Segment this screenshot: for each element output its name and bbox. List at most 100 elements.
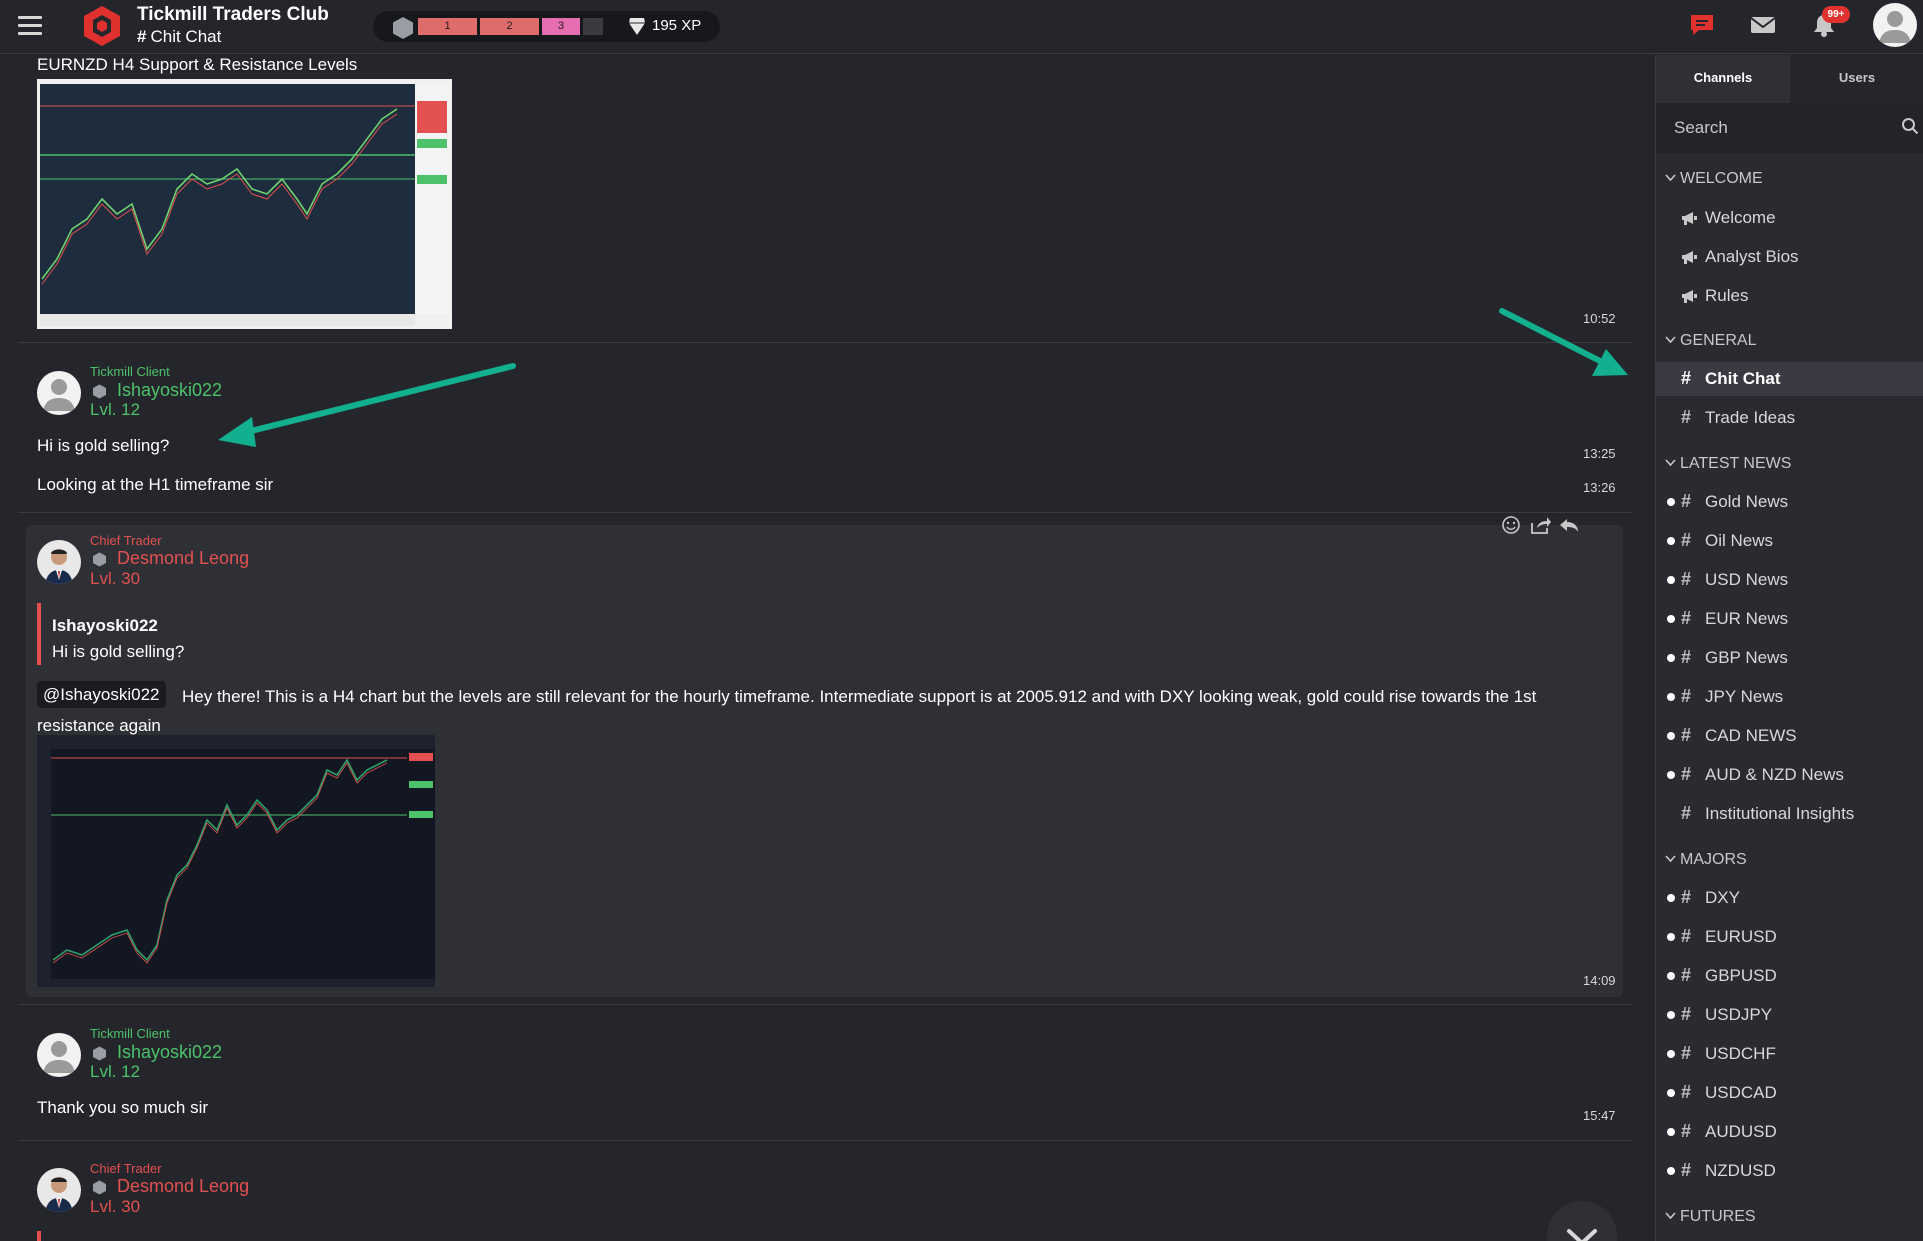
level-segment-empty: [583, 18, 603, 35]
sidebar-item-usdjpy[interactable]: # USDJPY: [1656, 998, 1923, 1032]
sidebar-item-eur-news[interactable]: # EUR News: [1656, 602, 1923, 636]
sidebar-item-cad-news[interactable]: # CAD NEWS: [1656, 719, 1923, 753]
sidebar-item-label: AUD & NZD News: [1705, 765, 1844, 784]
sidebar-item-label: Welcome: [1705, 208, 1776, 227]
section-latest-news[interactable]: LATEST NEWS: [1656, 448, 1923, 480]
hash-icon: #: [1681, 686, 1692, 706]
sidebar-item-eurusd[interactable]: # EURUSD: [1656, 920, 1923, 954]
sidebar-item-institutional-insights[interactable]: # Institutional Insights: [1656, 797, 1923, 831]
sidebar-item-label: USDCHF: [1705, 1044, 1776, 1063]
sidebar-item-trade-ideas[interactable]: # Trade Ideas: [1656, 401, 1923, 435]
user-mention[interactable]: @Ishayoski022: [37, 681, 166, 708]
sidebar-item-usdchf[interactable]: # USDCHF: [1656, 1037, 1923, 1071]
search-icon[interactable]: [1901, 117, 1919, 135]
avatar[interactable]: [37, 540, 81, 584]
unread-dot: [1667, 498, 1675, 506]
channels-sidebar: Channels Users WELCOME Welcome Analyst B…: [1655, 55, 1923, 1241]
sidebar-item-label: CAD NEWS: [1705, 726, 1797, 745]
reply-icon[interactable]: [1558, 514, 1580, 536]
tab-users[interactable]: Users: [1790, 55, 1923, 103]
tickmill-logo[interactable]: [80, 4, 124, 48]
section-label: FUTURES: [1680, 1208, 1756, 1225]
section-general[interactable]: GENERAL: [1656, 325, 1923, 357]
menu-icon[interactable]: [18, 16, 42, 36]
hash-icon: #: [1681, 407, 1692, 427]
hash-icon: #: [1681, 569, 1692, 589]
megaphone-icon: [1682, 251, 1697, 264]
unread-dot: [1667, 615, 1675, 623]
hash-icon: #: [1681, 608, 1692, 628]
gem-icon: [629, 18, 645, 35]
sidebar-item-dxy[interactable]: # DXY: [1656, 881, 1923, 915]
unread-dot: [1667, 732, 1675, 740]
unread-dot: [1667, 933, 1675, 941]
user-level: Lvl. 12: [90, 1062, 141, 1081]
section-majors[interactable]: MAJORS: [1656, 844, 1923, 876]
username[interactable]: Desmond Leong: [117, 1176, 249, 1197]
message-text: Looking at the H1 timeframe sir: [37, 475, 274, 494]
sidebar-item-gbpusd[interactable]: # GBPUSD: [1656, 959, 1923, 993]
search-input[interactable]: [1674, 111, 1884, 145]
avatar[interactable]: [37, 371, 81, 415]
chat-icon[interactable]: [1688, 12, 1716, 38]
sidebar-item-aud-nzd-news[interactable]: # AUD & NZD News: [1656, 758, 1923, 792]
hash-icon: #: [1681, 491, 1692, 511]
hash-icon: #: [1681, 764, 1692, 784]
sidebar-item-label: Gold News: [1705, 492, 1789, 511]
megaphone-icon: [1682, 212, 1697, 225]
message-time: 10:52: [1583, 311, 1616, 326]
user-role: Chief Trader: [90, 1161, 162, 1176]
chevron-down-icon: [1665, 174, 1676, 182]
username[interactable]: Desmond Leong: [117, 548, 249, 569]
hash-icon: #: [1681, 965, 1692, 985]
mail-icon[interactable]: [1749, 12, 1777, 38]
hash-icon: #: [1681, 887, 1692, 907]
sidebar-item-usd-news[interactable]: # USD News: [1656, 563, 1923, 597]
user-avatar[interactable]: [1873, 3, 1917, 47]
unread-dot: [1667, 576, 1675, 584]
username[interactable]: Ishayoski022: [117, 380, 222, 401]
unread-dot: [1667, 1167, 1675, 1175]
sidebar-item-rules[interactable]: Rules: [1656, 279, 1923, 313]
chart-image-eurnzd[interactable]: [37, 79, 452, 329]
sidebar-item-welcome[interactable]: Welcome: [1656, 201, 1923, 235]
username[interactable]: Ishayoski022: [117, 1042, 222, 1063]
level-badge-icon: [93, 1046, 106, 1061]
avatar[interactable]: [37, 1033, 81, 1077]
chart-image-gold[interactable]: [37, 735, 435, 987]
sidebar-item-jpy-news[interactable]: # JPY News: [1656, 680, 1923, 714]
chevron-down-icon: [1665, 459, 1676, 467]
sidebar-item-gold-news[interactable]: # Gold News: [1656, 485, 1923, 519]
sidebar-item-nzdusd[interactable]: # NZDUSD: [1656, 1154, 1923, 1188]
sidebar-item-audusd[interactable]: # AUDUSD: [1656, 1115, 1923, 1149]
quoted-text: Hi is gold selling?: [52, 642, 185, 661]
sidebar-item-usdcad[interactable]: # USDCAD: [1656, 1076, 1923, 1110]
sidebar-item-analyst-bios[interactable]: Analyst Bios: [1656, 240, 1923, 274]
quoted-username: Ishayoski022: [52, 616, 158, 635]
tab-channels[interactable]: Channels: [1656, 55, 1790, 103]
hash-icon: #: [1681, 1121, 1692, 1141]
hash-icon: #: [1681, 1004, 1692, 1024]
current-channel-name: Chit Chat: [150, 27, 222, 46]
unread-dot: [1667, 771, 1675, 779]
sidebar-item-label: DXY: [1705, 888, 1740, 907]
sidebar-item-chit-chat[interactable]: # Chit Chat: [1656, 362, 1923, 396]
annotation-arrow-head: [218, 417, 256, 447]
message-time: 15:47: [1583, 1108, 1616, 1123]
sidebar-item-label: Oil News: [1705, 531, 1774, 550]
unread-dot: [1667, 693, 1675, 701]
sidebar-item-oil-news[interactable]: # Oil News: [1656, 524, 1923, 558]
user-level: Lvl. 30: [90, 569, 141, 588]
top-bar: Tickmill Traders Club # Chit Chat 1 2 3 1…: [0, 0, 1923, 54]
sidebar-item-gbp-news[interactable]: # GBP News: [1656, 641, 1923, 675]
share-icon[interactable]: [1529, 514, 1551, 536]
message-text: Hi is gold selling?: [37, 436, 170, 455]
scroll-to-bottom-button[interactable]: [1547, 1201, 1617, 1241]
section-label: LATEST NEWS: [1680, 455, 1792, 472]
sidebar-item-label: Analyst Bios: [1705, 247, 1799, 266]
section-welcome[interactable]: WELCOME: [1656, 163, 1923, 195]
emoji-react-icon[interactable]: [1500, 514, 1522, 536]
avatar[interactable]: [37, 1168, 81, 1212]
section-futures[interactable]: FUTURES: [1656, 1201, 1923, 1233]
quote-bar: [37, 1231, 41, 1241]
